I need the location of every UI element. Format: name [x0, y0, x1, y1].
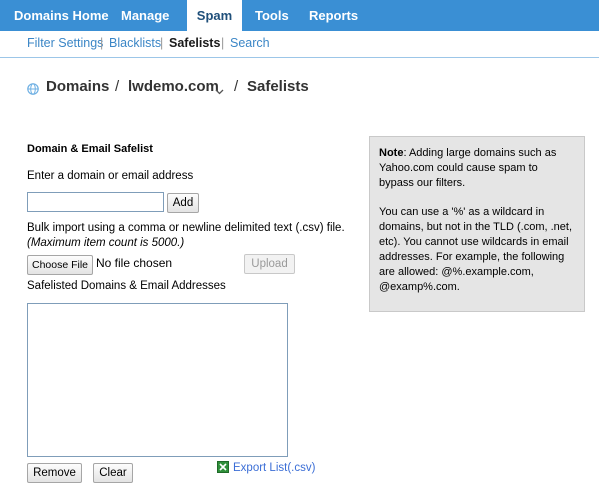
export-list-link[interactable]: Export List(.csv) — [217, 461, 315, 474]
note-text-1: : Adding large domains such as Yahoo.com… — [379, 147, 557, 189]
domain-email-input[interactable] — [27, 192, 164, 212]
export-list-label[interactable]: Export List(.csv) — [233, 462, 315, 474]
choose-file-button[interactable]: Choose File — [27, 255, 93, 275]
sub-nav: Filter Settings | Blacklists | Safelists… — [0, 31, 599, 58]
subnav-separator: | — [221, 36, 225, 50]
breadcrumb-domain[interactable]: lwdemo.com — [128, 78, 219, 95]
list-label: Safelisted Domains & Email Addresses — [27, 280, 226, 292]
note-para-1: Note: Adding large domains such as Yahoo… — [379, 146, 575, 191]
breadcrumb-current: Safelists — [247, 78, 309, 95]
safelist-listbox[interactable] — [27, 303, 288, 457]
tab-tools[interactable]: Tools — [255, 0, 289, 31]
file-status: No file chosen — [96, 256, 173, 270]
tab-manage[interactable]: Manage — [121, 0, 169, 31]
tab-reports[interactable]: Reports — [309, 0, 358, 31]
breadcrumb-separator: / — [115, 78, 120, 95]
clear-button[interactable]: Clear — [93, 463, 133, 483]
upload-button[interactable]: Upload — [244, 254, 295, 274]
globe-icon — [27, 82, 39, 95]
breadcrumb-domains[interactable]: Domains — [46, 78, 109, 95]
add-button[interactable]: Add — [167, 193, 199, 213]
remove-button[interactable]: Remove — [27, 463, 82, 483]
subnav-separator: | — [100, 36, 104, 50]
bulk-import-label: Bulk import using a comma or newline del… — [27, 222, 345, 234]
section-title: Domain & Email Safelist — [27, 143, 153, 155]
tab-spam[interactable]: Spam — [187, 0, 242, 31]
breadcrumb-separator: / — [234, 78, 239, 95]
subnav-separator: | — [160, 36, 164, 50]
note-para-2: You can use a '%' as a wildcard in domai… — [379, 206, 573, 293]
subnav-safelists[interactable]: Safelists — [169, 36, 220, 50]
subnav-search[interactable]: Search — [230, 36, 270, 50]
tab-domains-home[interactable]: Domains Home — [14, 0, 109, 31]
chevron-down-icon[interactable] — [215, 83, 224, 100]
excel-icon — [217, 461, 229, 473]
top-nav: Domains Home Manage Spam Tools Reports — [0, 0, 599, 31]
subnav-filter-settings[interactable]: Filter Settings — [27, 36, 103, 50]
note-heading: Note — [379, 147, 404, 159]
input-label: Enter a domain or email address — [27, 170, 194, 182]
subnav-blacklists[interactable]: Blacklists — [109, 36, 161, 50]
bulk-import-note: (Maximum item count is 5000.) — [27, 237, 185, 249]
note-box: Note: Adding large domains such as Yahoo… — [369, 136, 585, 312]
